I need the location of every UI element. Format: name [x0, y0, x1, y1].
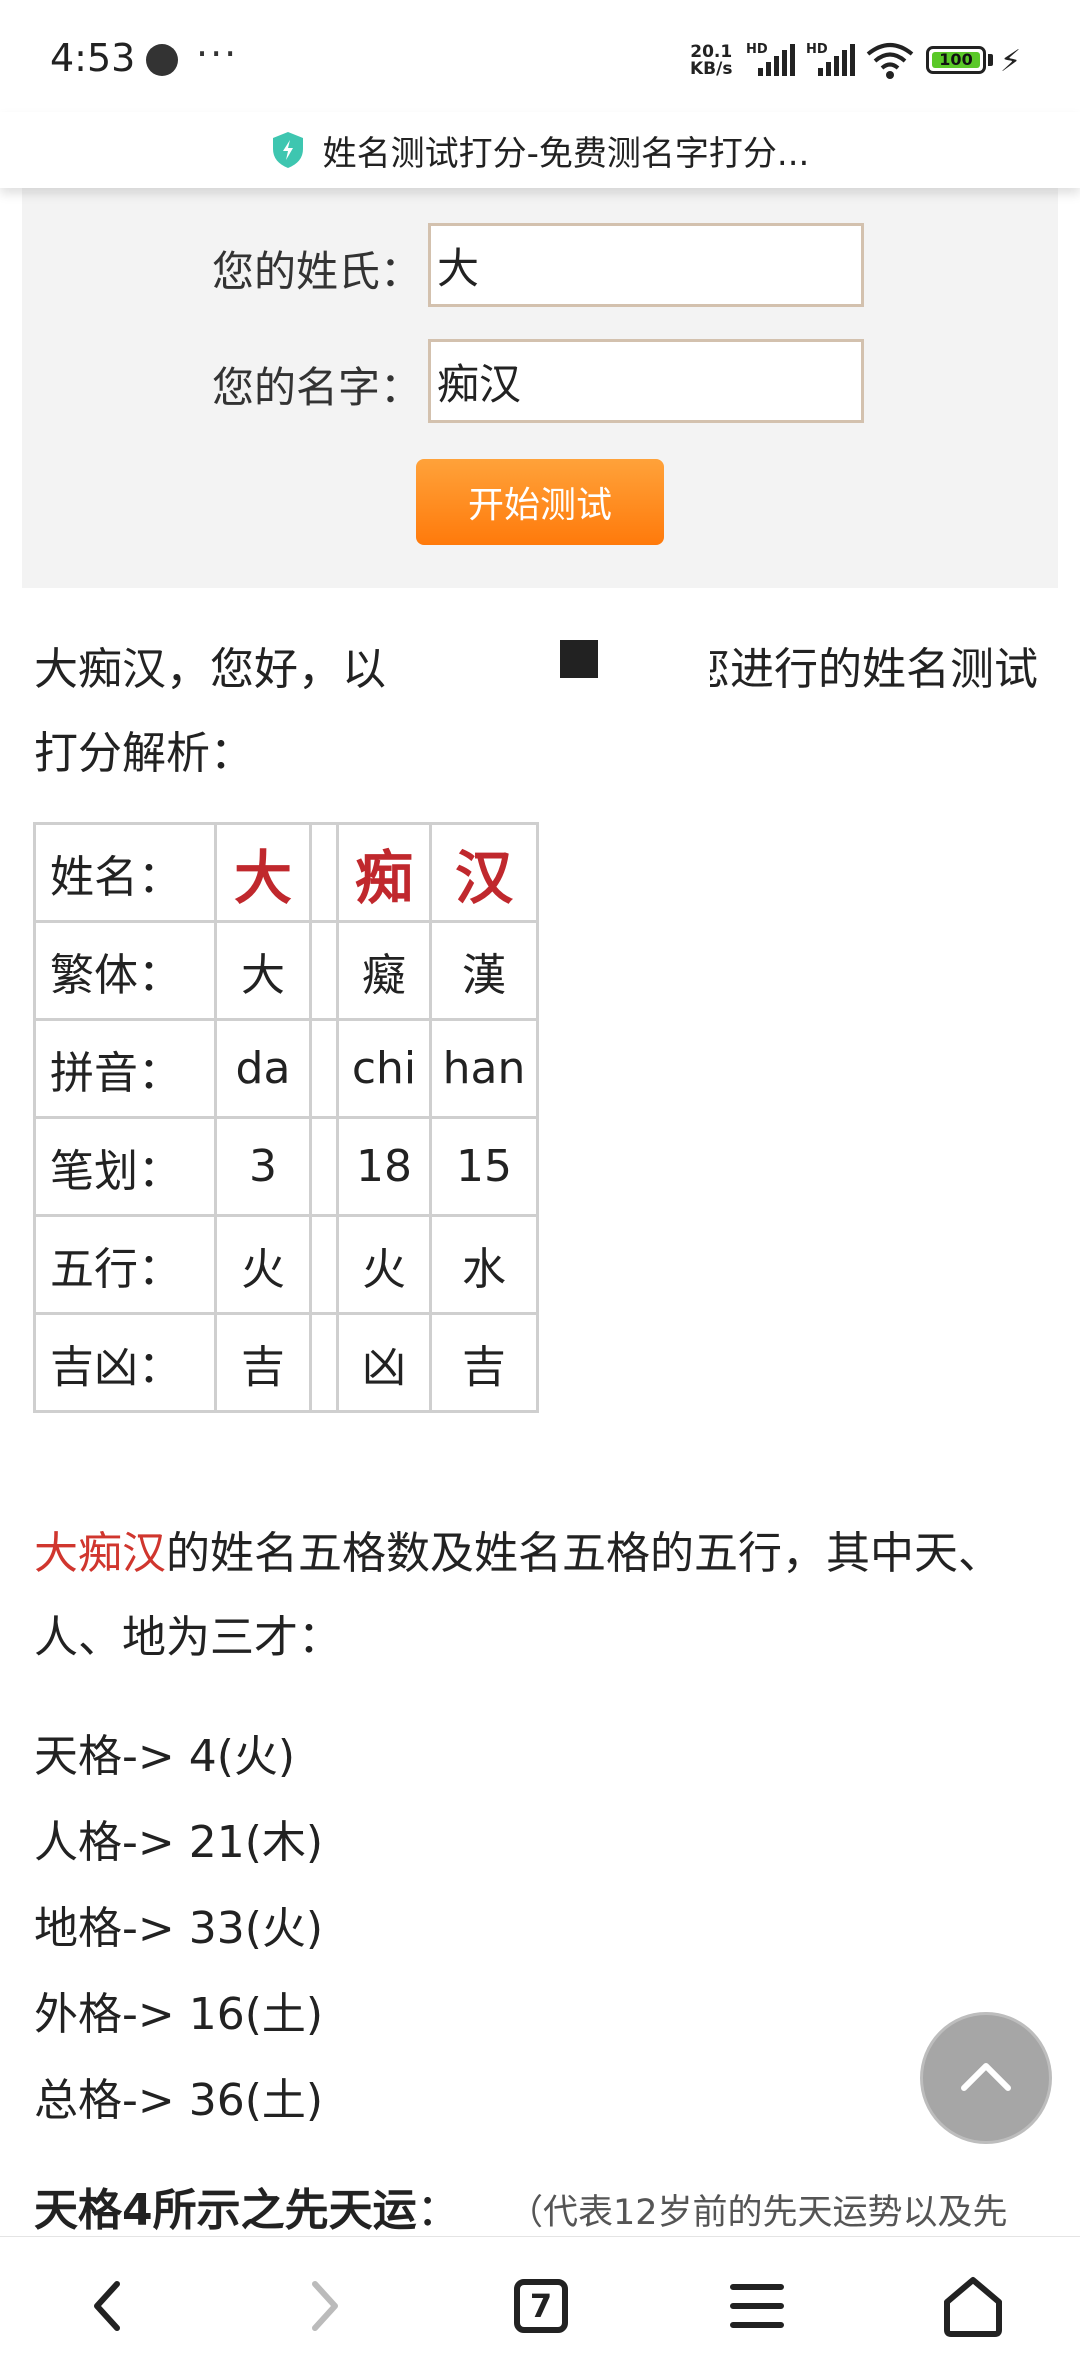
- scroll-top-button[interactable]: [920, 2012, 1052, 2144]
- cell: 火: [336, 1214, 432, 1315]
- forward-button[interactable]: [280, 2261, 370, 2351]
- surname-input[interactable]: [428, 223, 864, 307]
- chevron-right-icon: [312, 2281, 338, 2331]
- row-label: 拼音：: [33, 1018, 217, 1119]
- status-time: 4:53: [50, 36, 136, 80]
- table-row: 姓名： 大 痴 汉: [33, 822, 539, 923]
- menu-button[interactable]: [712, 2261, 802, 2351]
- cell: chi: [336, 1018, 432, 1119]
- battery-level: 100: [932, 52, 980, 68]
- list-item: 总格-> 36(土): [34, 2075, 324, 2126]
- url-bar[interactable]: 姓名测试打分-免费测名字打分...: [0, 112, 1080, 188]
- cell: 水: [429, 1214, 539, 1315]
- cell: 漢: [429, 920, 539, 1021]
- status-bar: 4:53 ··· 20.1 KB/s HD HD 100 ⚡: [0, 0, 1080, 120]
- char-2: 痴: [336, 822, 432, 923]
- row-label: 吉凶：: [33, 1312, 217, 1413]
- charging-icon: ⚡: [1000, 44, 1022, 79]
- list-item: 人格-> 21(木): [34, 1817, 324, 1868]
- cell: 癡: [336, 920, 432, 1021]
- cell: 吉: [214, 1312, 312, 1413]
- menu-icon: [730, 2284, 784, 2328]
- back-button[interactable]: [62, 2261, 152, 2351]
- start-test-button[interactable]: 开始测试: [416, 459, 664, 545]
- tabs-button[interactable]: 7: [496, 2261, 586, 2351]
- cell: 18: [336, 1116, 432, 1217]
- home-button[interactable]: [928, 2261, 1018, 2351]
- surname-label: 您的姓氏：: [212, 247, 423, 296]
- five-grid-intro: 大痴汉的姓名五格数及姓名五格的五行，其中天、人、地为三才：: [34, 1512, 1044, 1680]
- highlighted-name: 大痴汉: [34, 1528, 166, 1579]
- cell: 凶: [336, 1312, 432, 1413]
- bottom-nav: 7: [0, 2236, 1080, 2374]
- network-speed-unit: KB/s: [690, 59, 733, 79]
- table-row: 笔划： 3 18 15: [33, 1116, 539, 1217]
- wifi-icon: [866, 43, 914, 79]
- tiange-heading: 天格4所示之先天运：: [34, 2174, 461, 2238]
- alarm-icon: [146, 44, 178, 76]
- page-title: 姓名测试打分-免费测名字打分...: [322, 133, 810, 174]
- row-label: 笔划：: [33, 1116, 217, 1217]
- cell: da: [214, 1018, 312, 1119]
- cell: 15: [429, 1116, 539, 1217]
- list-item: 外格-> 16(土): [34, 1989, 324, 2040]
- row-label: 繁体：: [33, 920, 217, 1021]
- tiange-heading-colon: ：: [416, 2185, 461, 2236]
- given-name-input[interactable]: [428, 339, 864, 423]
- table-row: 吉凶： 吉 凶 吉: [33, 1312, 539, 1413]
- intro-part1: 大痴汉，您好，以: [34, 644, 386, 695]
- signal-icon-sim2: HD: [806, 42, 858, 76]
- tabs-icon: 7: [514, 2279, 568, 2333]
- five-grid-list: 天格-> 4(火) 人格-> 21(木) 地格-> 33(火) 外格-> 16(…: [34, 1714, 323, 2144]
- battery-icon: 100: [926, 46, 986, 74]
- chevron-up-icon: [961, 2063, 1011, 2091]
- shield-icon: [272, 132, 303, 168]
- home-icon: [944, 2277, 1002, 2337]
- tabs-count: 7: [529, 2287, 553, 2325]
- cell: 吉: [429, 1312, 539, 1413]
- char-1: 大: [214, 822, 312, 923]
- list-item: 天格-> 4(火): [34, 1731, 296, 1782]
- name-test-form: 您的姓氏： 您的名字： 开始测试: [22, 188, 1058, 588]
- cell: 大: [214, 920, 312, 1021]
- row-label: 五行：: [33, 1214, 217, 1315]
- table-row: 五行： 火 火 水: [33, 1214, 539, 1315]
- status-overflow: ···: [196, 32, 239, 76]
- cell: 火: [214, 1214, 312, 1315]
- ad-overlay-icon: [560, 640, 598, 678]
- cell: 3: [214, 1116, 312, 1217]
- tiange-heading-text: 天格4所示之先天运: [34, 2185, 417, 2236]
- name-analysis-table: 姓名： 大 痴 汉 繁体： 大 癡 漢 拼音： da chi han 笔划： 3…: [33, 822, 539, 1413]
- row-label: 姓名：: [33, 822, 217, 923]
- network-speed: 20.1 KB/s: [690, 44, 732, 78]
- chevron-left-icon: [94, 2281, 120, 2331]
- list-item: 地格-> 33(火): [34, 1903, 324, 1954]
- table-row: 拼音： da chi han: [33, 1018, 539, 1119]
- char-3: 汉: [429, 822, 539, 923]
- signal-icon-sim1: HD: [746, 42, 798, 76]
- cell: han: [429, 1018, 539, 1119]
- given-name-label: 您的名字：: [212, 363, 423, 412]
- table-row: 繁体： 大 癡 漢: [33, 920, 539, 1021]
- tiange-note: （代表12岁前的先天运势以及先: [508, 2193, 1008, 2233]
- five-grid-intro-text: 的姓名五格数及姓名五格的五行，其中天、人、地为三才：: [34, 1528, 1002, 1663]
- battery-cap: [988, 54, 993, 66]
